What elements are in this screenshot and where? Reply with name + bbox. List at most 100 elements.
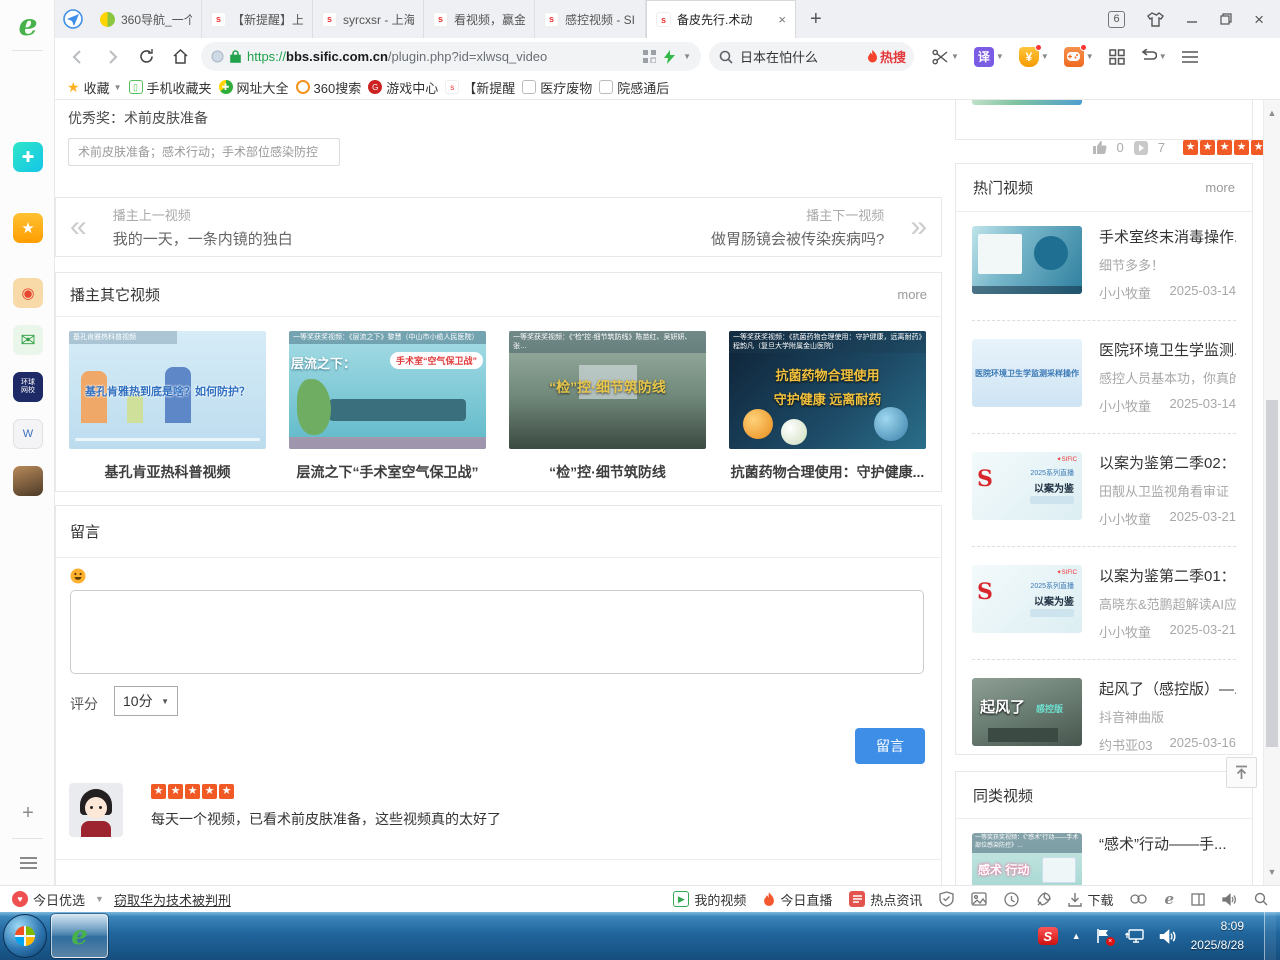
submit-comment-button[interactable]: 留言	[855, 728, 925, 764]
close-window-icon[interactable]: ×	[1254, 11, 1264, 28]
rating-select[interactable]: 10分 ▼	[114, 686, 178, 716]
page-scrollbar[interactable]: ▲ ▼	[1263, 100, 1280, 885]
apps-grid-icon[interactable]	[1109, 49, 1125, 65]
new-tab-button[interactable]: +	[796, 0, 836, 38]
search-box[interactable]: 日本在怕什么 热搜	[709, 42, 914, 71]
taskbar-clock[interactable]: 8:09 2025/8/28	[1191, 917, 1250, 955]
video-thumbnail[interactable]	[972, 100, 1082, 105]
dock-mail-icon[interactable]: ✉	[13, 325, 43, 355]
bookmark-360-search[interactable]: 360搜索	[296, 78, 362, 97]
speaker-icon[interactable]	[1222, 893, 1237, 906]
dock-game-icon[interactable]	[13, 466, 43, 496]
similar-video-item[interactable]: 一等奖获奖视频：《"感术"行动——手术部位感染防控》… 感术 行动 “感术”行动…	[956, 833, 1252, 885]
video-thumbnail[interactable]: 一等奖获奖视频：《层流之下》黎慧（中山市小榄人民医院） 层流之下： 手术室“空气…	[289, 331, 486, 449]
hot-video-title[interactable]: 以案为鉴第二季01：...	[1099, 565, 1236, 586]
dock-weibo-icon[interactable]: ◉	[13, 278, 43, 308]
tab-close-icon[interactable]: ×	[778, 12, 786, 27]
dock-huanqiu-icon[interactable]: 环球网校	[13, 372, 43, 402]
tab-360-nav[interactable]: 360导航_一个	[91, 0, 202, 38]
tab-new-notice[interactable]: s 【新提醒】上	[202, 0, 313, 38]
hot-video-item[interactable]: S ✦SIFIC 2025系列直播 以案为鉴 以案为鉴第二季01：... 高晓东…	[956, 565, 1252, 641]
games-gamepad-icon[interactable]: ▼	[1064, 47, 1094, 67]
taskbar-browser-button[interactable]: e	[51, 914, 108, 958]
timer-icon[interactable]	[1004, 892, 1019, 907]
site-info-icon[interactable]	[211, 50, 224, 63]
download-link[interactable]: 下载	[1068, 890, 1113, 909]
hot-news-link[interactable]: 热点资讯	[849, 890, 922, 909]
translate-icon[interactable]: 译 ▼	[974, 47, 1004, 67]
scroll-up-arrow-icon[interactable]: ▲	[1264, 108, 1280, 118]
video-card-title[interactable]: 抗菌药物合理使用：守护健康...	[729, 462, 926, 482]
forward-icon[interactable]	[99, 44, 125, 70]
tray-s-icon[interactable]: S	[1038, 927, 1058, 945]
bookmark-site-directory[interactable]: ✚ 网址大全	[219, 78, 289, 97]
speed-bolt-icon[interactable]	[664, 50, 675, 64]
hot-video-item[interactable]: 手术室终末消毒操作... 细节多多！ 小小牧童 2025-03-14	[956, 226, 1252, 302]
video-thumbnail[interactable]: 起风了 感控版	[972, 678, 1082, 746]
browser-360-logo-icon[interactable]: e	[13, 10, 43, 40]
next-video[interactable]: 播主下一视频 做胃肠镜会被传染疾病吗?	[711, 205, 884, 249]
hot-video-item[interactable]: 起风了 感控版 起风了（感控版）—... 抖音神曲版 约书亚03 2025-03…	[956, 678, 1252, 754]
tab-gankong-video[interactable]: s 感控视频 - SIF	[535, 0, 646, 38]
wallet-shield-icon[interactable]: ¥ ▼	[1019, 47, 1049, 67]
screenshot-scissors-icon[interactable]: ▼	[932, 49, 959, 65]
video-card-title[interactable]: “检”控·细节筑防线	[509, 462, 706, 482]
hot-search-link[interactable]: 热搜	[867, 47, 906, 66]
url-dropdown-chevron-icon[interactable]: ▼	[683, 52, 691, 61]
emoji-smiley-icon[interactable]	[70, 568, 86, 584]
volume-icon[interactable]	[1159, 929, 1177, 944]
dock-favorites-star-icon[interactable]: ★	[13, 213, 43, 243]
dock-list-icon[interactable]	[13, 848, 43, 878]
my-videos-link[interactable]: ▶ 我的视频	[673, 890, 746, 909]
bookmark-mobile-favorites[interactable]: ▯ 手机收藏夹	[129, 78, 212, 97]
video-card[interactable]: 一等奖获奖视频：《层流之下》黎慧（中山市小榄人民医院） 层流之下： 手术室“空气…	[289, 331, 486, 482]
minimize-icon[interactable]	[1186, 13, 1198, 25]
start-button[interactable]	[3, 914, 47, 958]
tab-count-button[interactable]: 6	[1108, 11, 1125, 28]
video-thumbnail[interactable]: 一等奖获奖视频：《抗菌药物合理使用：守护健康，远离耐药》程韵凡（复旦大学附属金山…	[729, 331, 926, 449]
video-thumbnail[interactable]: 一等奖获奖视频：《“检”控·细节筑防线》陈苗红、吴妍妍、张… “检”控·细节筑防…	[509, 331, 706, 449]
comment-textarea[interactable]	[70, 590, 924, 674]
tab-syrcxsr[interactable]: s syrcxsr - 上海	[313, 0, 424, 38]
commenter-avatar[interactable]	[69, 783, 123, 837]
video-thumbnail[interactable]: S ✦SIFIC 2025系列直播 以案为鉴	[972, 452, 1082, 520]
chevron-down-icon[interactable]: ▼	[114, 83, 122, 92]
bookmark-new-notice[interactable]: s 【新提醒	[445, 78, 515, 97]
live-link[interactable]: 今日直播	[763, 890, 832, 909]
dock-add-icon[interactable]: +	[13, 798, 43, 828]
theme-shirt-icon[interactable]	[1147, 12, 1164, 27]
bookmark-medical-waste[interactable]: 医疗废物	[522, 78, 592, 97]
other-videos-more-link[interactable]: more	[897, 287, 927, 302]
video-card[interactable]: 一等奖获奖视频：《“检”控·细节筑防线》陈苗红、吴妍妍、张… “检”控·细节筑防…	[509, 331, 706, 482]
hot-video-title[interactable]: 以案为鉴第二季02：...	[1099, 452, 1236, 473]
navigation-compass-icon[interactable]	[55, 0, 91, 38]
video-card-title[interactable]: 层流之下“手术室空气保卫战”	[289, 462, 486, 482]
refresh-icon[interactable]	[133, 44, 159, 70]
collapse-chevron-icon[interactable]: ▼	[95, 894, 104, 904]
hot-video-item[interactable]: S ✦SIFIC 2025系列直播 以案为鉴 以案为鉴第二季02：... 田靓从…	[956, 452, 1252, 528]
show-desktop-button[interactable]	[1264, 912, 1276, 960]
back-icon[interactable]	[65, 44, 91, 70]
link-icon[interactable]	[1130, 893, 1147, 905]
tab-watch-video[interactable]: s 看视频，赢金	[424, 0, 535, 38]
video-card-title[interactable]: 基孔肯亚热科普视频	[69, 462, 266, 482]
video-thumbnail[interactable]: S ✦SIFIC 2025系列直播 以案为鉴	[972, 565, 1082, 633]
menu-hamburger-icon[interactable]	[1182, 51, 1198, 63]
tab-active-beipixianxing[interactable]: s 备皮先行.术动 ×	[646, 0, 796, 38]
bookmark-game-center[interactable]: G 游戏中心	[368, 78, 438, 97]
hot-video-title[interactable]: 医院环境卫生学监测...	[1099, 339, 1236, 360]
daily-pick-link[interactable]: ♥ 今日优选	[12, 890, 85, 909]
ie-icon[interactable]: e	[1164, 890, 1174, 908]
scrollbar-thumb[interactable]	[1266, 400, 1278, 747]
like-icon[interactable]	[1092, 140, 1107, 155]
search-icon[interactable]	[1254, 892, 1268, 906]
tray-expand-arrow-icon[interactable]: ▲	[1072, 931, 1081, 941]
video-thumbnail[interactable]	[972, 226, 1082, 294]
video-thumbnail[interactable]: 一等奖获奖视频：《"感术"行动——手术部位感染防控》… 感术 行动	[972, 833, 1082, 885]
similar-video-title[interactable]: “感术”行动——手...	[1099, 833, 1236, 854]
video-card[interactable]: 一等奖获奖视频：《抗菌药物合理使用：守护健康，远离耐药》程韵凡（复旦大学附属金山…	[729, 331, 926, 482]
bookmark-favorites[interactable]: ★ 收藏 ▼	[67, 78, 122, 97]
undo-icon[interactable]: ▼	[1140, 49, 1167, 64]
hot-video-title[interactable]: 手术室终末消毒操作...	[1099, 226, 1236, 247]
scroll-down-arrow-icon[interactable]: ▼	[1264, 867, 1280, 877]
